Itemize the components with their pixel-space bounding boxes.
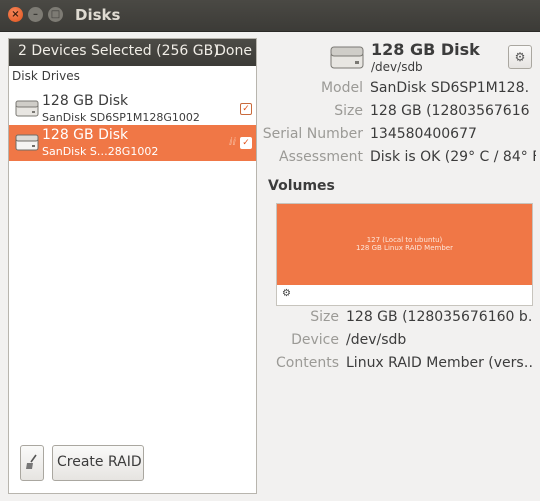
volume-tools-icon[interactable]: ⚙ xyxy=(282,288,291,299)
volume-row-contents: Contents xyxy=(0,355,339,373)
volume-row-size: Size xyxy=(0,309,339,327)
property-value: 128 GB (128035676160 b… xyxy=(346,309,532,325)
disk-device-path: /dev/sdb xyxy=(371,60,423,74)
done-button[interactable]: Done xyxy=(215,43,252,59)
volume-segment-sublabel: 128 GB Linux RAID Member xyxy=(356,244,453,252)
property-row-size: Size xyxy=(0,103,363,121)
selection-count: 2 Devices Selected (256 GB) xyxy=(18,43,219,59)
property-key: Assessment xyxy=(279,149,363,165)
property-row-serial: Serial Number xyxy=(0,126,363,144)
property-key: Size xyxy=(334,103,363,119)
property-value: 134580400677 xyxy=(370,126,477,142)
gear-icon[interactable]: ⚙ xyxy=(508,45,532,69)
window-title: Disks xyxy=(75,6,121,24)
selection-bar: 2 Devices Selected (256 GB) Done xyxy=(9,39,256,66)
volume-value-device: /dev/sdb xyxy=(346,332,532,350)
property-key: Model xyxy=(320,80,363,96)
property-row-model: Model xyxy=(0,80,363,98)
property-value: Linux RAID Member (vers… xyxy=(346,355,532,371)
volumes-heading: Volumes xyxy=(268,178,335,194)
property-value-size: 128 GB (12803567616… xyxy=(370,103,530,121)
property-value: Disk is OK (29° C / 84° F) xyxy=(370,149,536,165)
volume-map: 127 (Local to ubuntu) 128 GB Linux RAID … xyxy=(276,203,533,306)
volume-row-device: Device xyxy=(0,332,339,350)
property-key: Size xyxy=(310,309,339,325)
minimize-button[interactable]: – xyxy=(28,7,43,22)
property-key: Contents xyxy=(276,355,339,371)
hard-disk-icon xyxy=(330,46,364,69)
volume-segment[interactable]: 127 (Local to ubuntu) 128 GB Linux RAID … xyxy=(277,204,532,285)
close-button[interactable]: × xyxy=(8,7,23,22)
property-row-assessment: Assessment xyxy=(0,149,363,167)
property-value: /dev/sdb xyxy=(346,332,407,348)
property-key: Device xyxy=(291,332,339,348)
property-key: Serial Number xyxy=(262,126,363,142)
property-value: SanDisk SD6SP1M128… xyxy=(370,80,530,96)
property-value-assessment: Disk is OK (29° C / 84° F) xyxy=(370,149,536,167)
volume-value-contents: Linux RAID Member (vers… xyxy=(346,355,532,373)
maximize-button[interactable]: □ xyxy=(48,7,63,22)
broom-icon xyxy=(25,454,39,474)
property-value-serial: 134580400677 xyxy=(370,126,530,144)
volume-value-size: 128 GB (128035676160 b… xyxy=(346,309,532,327)
property-value: 128 GB (12803567616… xyxy=(370,103,530,119)
title-bar: × – □ Disks xyxy=(0,0,540,32)
create-raid-button[interactable]: Create RAID xyxy=(52,445,144,481)
create-raid-label: Create RAID xyxy=(57,454,142,470)
volume-segment-label: 127 (Local to ubuntu) xyxy=(366,236,443,244)
property-value-model: SanDisk SD6SP1M128… xyxy=(370,80,530,98)
clear-selection-button[interactable] xyxy=(20,445,44,481)
disk-title: 128 GB Disk xyxy=(371,40,480,59)
